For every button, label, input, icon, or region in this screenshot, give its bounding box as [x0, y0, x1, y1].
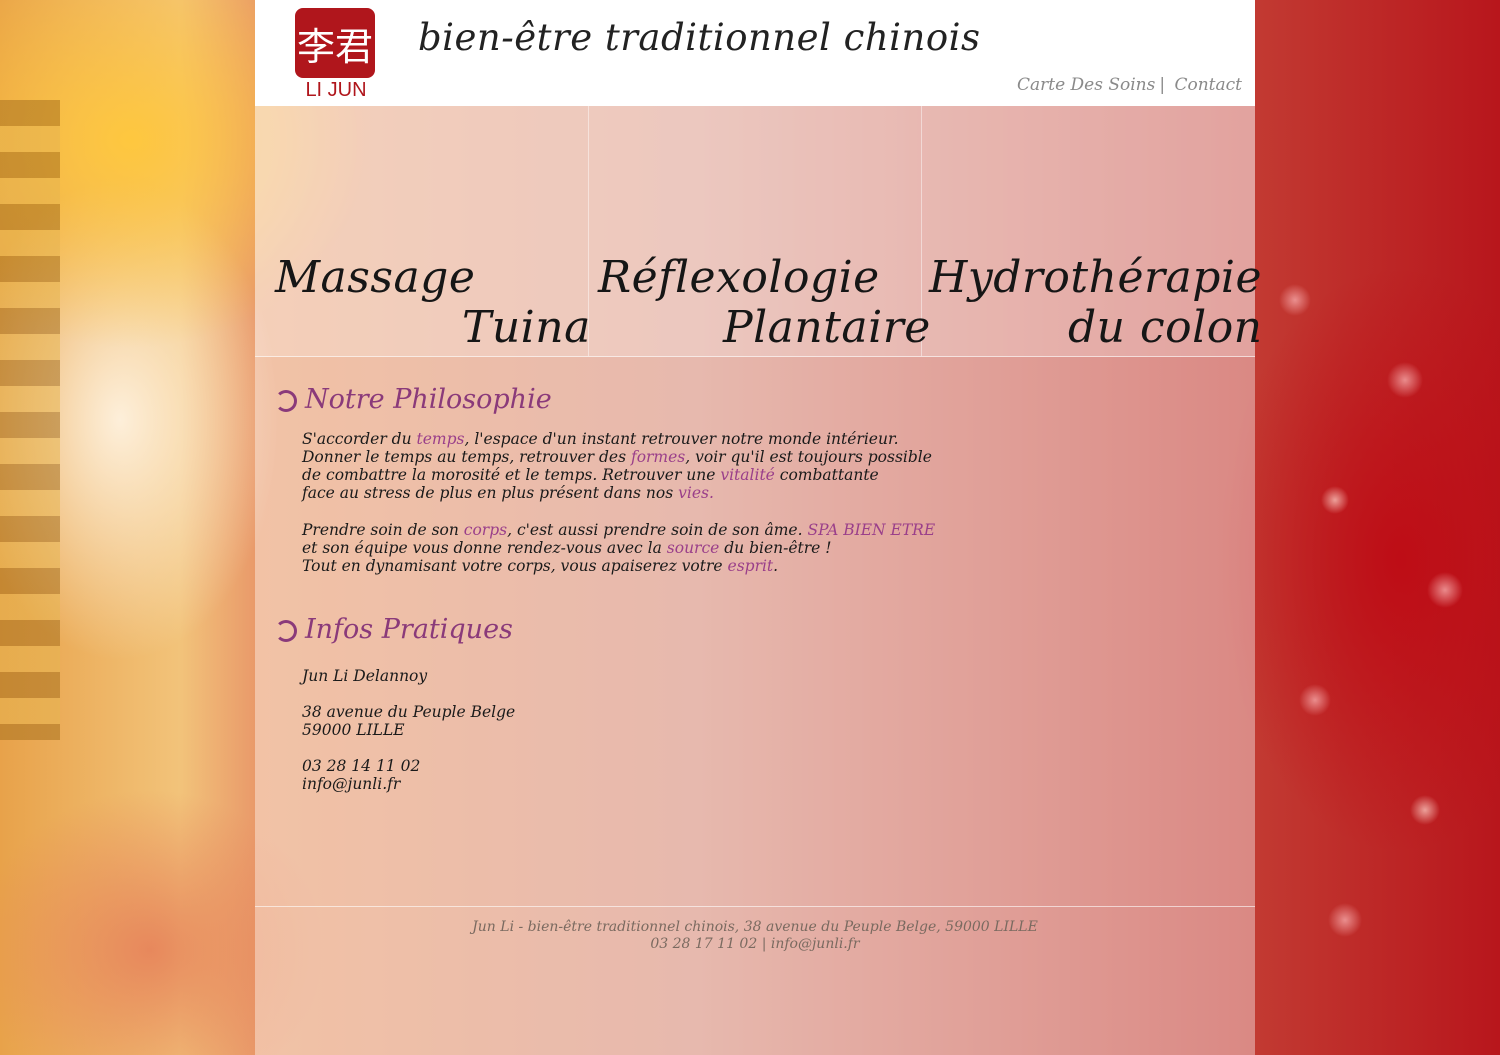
swirl-icon	[275, 619, 297, 642]
footer: Jun Li - bien-être traditionnel chinois,…	[255, 906, 1255, 967]
footer-address: Jun Li - bien-être traditionnel chinois,…	[472, 919, 1038, 935]
infos-address-street: 38 avenue du Peuple Belge	[302, 703, 516, 721]
service-title-line2: Plantaire	[723, 302, 931, 353]
header: 李君 LI JUN bien-être traditionnel chinois…	[255, 0, 1255, 106]
nav-contact[interactable]: Contact	[1174, 75, 1242, 95]
service-title-line1: Réflexologie	[598, 252, 880, 303]
logo[interactable]: 李君 LI JUN	[295, 8, 377, 101]
services-bar: Massage Tuina Réflexologie Plantaire Hyd…	[255, 106, 1262, 357]
page-container: 李君 LI JUN bien-être traditionnel chinois…	[255, 0, 1262, 1055]
service-title-line2: Tuina	[462, 302, 591, 353]
service-title-line2: du colon	[1068, 302, 1263, 353]
infos-email[interactable]: info@junli.fr	[302, 775, 400, 793]
infos-heading: Infos Pratiques	[275, 614, 513, 645]
site-tagline: bien-être traditionnel chinois	[418, 16, 981, 59]
nav-separator: |	[1159, 75, 1166, 95]
swirl-icon	[275, 389, 297, 412]
logo-text: LI JUN	[305, 79, 367, 101]
service-massage-tuina[interactable]: Massage Tuina	[255, 106, 591, 356]
infos-name: Jun Li Delannoy	[302, 667, 428, 685]
footer-contact: 03 28 17 11 02 | info@junli.fr	[650, 936, 860, 952]
service-reflexologie-plantaire[interactable]: Réflexologie Plantaire	[588, 106, 930, 356]
top-nav: Carte Des Soins | Contact	[1017, 75, 1242, 95]
nav-carte-des-soins[interactable]: Carte Des Soins	[1017, 75, 1155, 95]
philosophy-paragraph-2: Prendre soin de son corps, c'est aussi p…	[302, 521, 936, 575]
infos-phone: 03 28 14 11 02	[302, 757, 421, 775]
background-photo-post	[0, 100, 60, 740]
service-hydrotherapie-colon[interactable]: Hydrothérapie du colon	[921, 106, 1262, 356]
service-title-line1: Massage	[275, 252, 476, 303]
service-title-line1: Hydrothérapie	[929, 252, 1263, 303]
background-photo-dress	[1255, 230, 1500, 1055]
infos-address-city: 59000 LILLE	[302, 721, 405, 739]
philosophy-paragraph-1: S'accorder du temps, l'espace d'un insta…	[302, 430, 932, 502]
logo-seal-icon: 李君	[295, 8, 375, 78]
philosophy-heading: Notre Philosophie	[275, 384, 552, 415]
